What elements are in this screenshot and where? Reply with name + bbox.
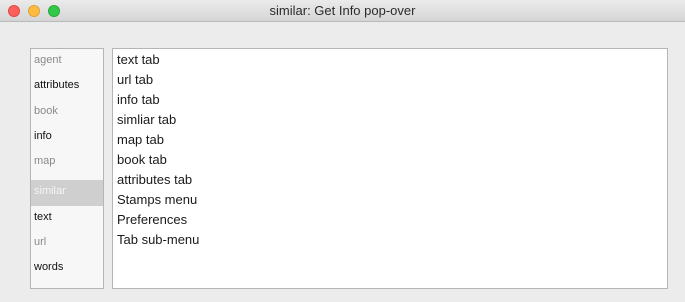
list-item[interactable]: map tab xyxy=(117,130,164,150)
sidebar-item-agent[interactable]: agent xyxy=(31,49,103,75)
sidebar-item-info[interactable]: info xyxy=(31,125,103,151)
sidebar-item-text[interactable]: text xyxy=(31,206,103,232)
list-item[interactable]: info tab xyxy=(117,90,160,110)
sidebar-item-attributes[interactable]: attributes xyxy=(31,74,103,100)
tab-sidebar: agent attributes book info map similar t… xyxy=(30,48,104,289)
list-item[interactable]: Stamps menu xyxy=(117,190,197,210)
window-title: similar: Get Info pop-over xyxy=(269,3,416,18)
list-item[interactable]: Tab sub-menu xyxy=(117,230,199,250)
list-item[interactable]: simliar tab xyxy=(117,110,176,130)
sidebar-item-map[interactable]: map xyxy=(31,150,103,176)
list-item[interactable]: text tab xyxy=(117,50,160,70)
sidebar-item-words[interactable]: words xyxy=(31,256,103,282)
list-item[interactable]: book tab xyxy=(117,150,167,170)
sidebar-item-book[interactable]: book xyxy=(31,100,103,126)
sidebar-item-similar[interactable]: similar xyxy=(31,180,103,206)
content-list: text tab url tab info tab simliar tab ma… xyxy=(112,48,668,289)
list-item[interactable]: attributes tab xyxy=(117,170,192,190)
list-item[interactable]: url tab xyxy=(117,70,153,90)
title-bar: similar: Get Info pop-over xyxy=(0,0,685,22)
list-item[interactable]: Preferences xyxy=(117,210,187,230)
sidebar-item-url[interactable]: url xyxy=(31,231,103,257)
